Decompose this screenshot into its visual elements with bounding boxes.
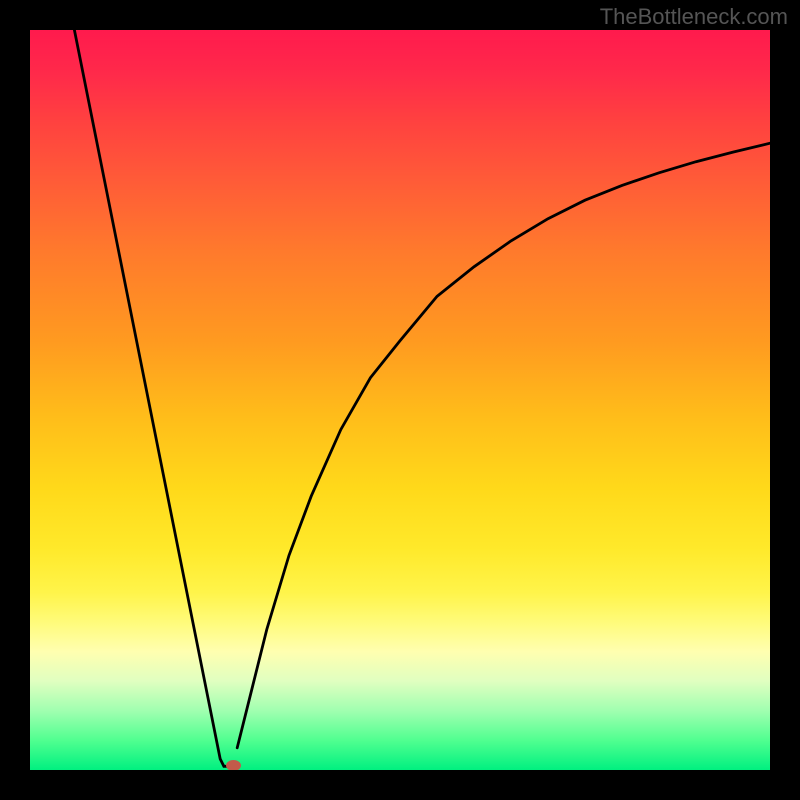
chart-svg [30,30,770,770]
curve-left-segment [74,30,233,766]
watermark-text: TheBottleneck.com [600,4,788,30]
plot-area [30,30,770,770]
minimum-marker [227,761,241,770]
curve-right-segment [237,143,770,748]
